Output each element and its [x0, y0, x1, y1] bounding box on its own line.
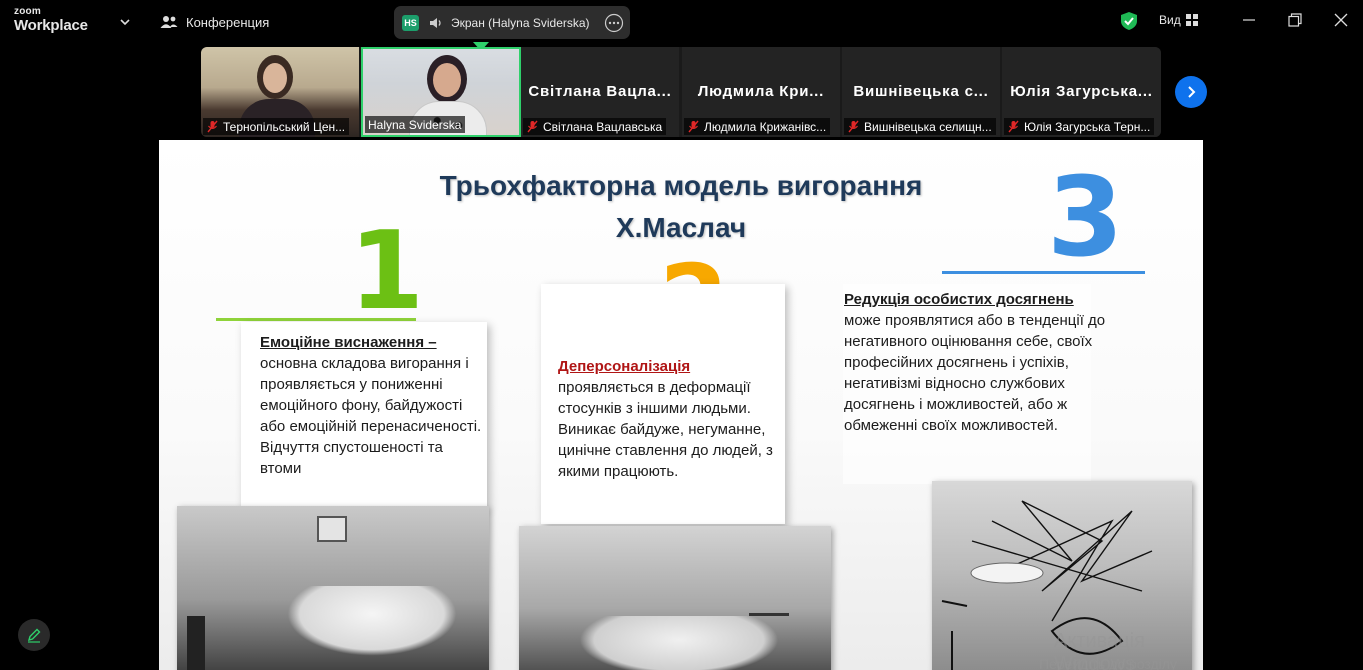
block2-heading: Деперсоналізація — [558, 358, 691, 375]
top-bar: zoom Workplace Конференция HS Экран (Hal… — [0, 0, 1363, 51]
pencil-icon — [27, 628, 41, 643]
grid-view-icon — [1185, 14, 1198, 26]
participant-name-bar: Людмила Крижанівс... — [684, 118, 831, 135]
participant-name-bar: Вишнівецька селищн... — [844, 118, 996, 135]
participant-name: Юлія Загурська Терн... — [1024, 119, 1151, 134]
participant-name: Тернопільський Цен... — [223, 119, 346, 134]
block1-heading: Емоційне виснаження – — [260, 334, 437, 351]
participant-name: Людмила Крижанівс... — [704, 119, 827, 134]
participant-name-bar: Halyna Sviderska — [365, 116, 466, 133]
chevron-right-icon — [1188, 86, 1196, 98]
photo-middle-room — [519, 526, 831, 670]
meeting-label: Конференция — [186, 14, 270, 30]
mic-muted-icon — [1008, 120, 1019, 133]
chevron-down-icon[interactable] — [119, 16, 131, 28]
block3-heading: Редукція особистих досягнень — [844, 291, 1074, 308]
participant-tile-1[interactable]: Тернопільський Цен... — [201, 47, 359, 137]
close-icon[interactable] — [1333, 12, 1349, 28]
brand-workplace: Workplace — [14, 17, 88, 34]
block1-text: Емоційне виснаження – основна складова в… — [260, 332, 485, 479]
more-options-icon[interactable] — [604, 13, 624, 33]
screen-share-indicator[interactable]: HS Экран (Halyna Sviderska) — [394, 6, 630, 39]
participant-display-name: Юлія Загурська... — [1010, 83, 1153, 100]
screen-share-label: Экран (Halyna Sviderska) — [451, 15, 590, 30]
participant-tile-4[interactable]: Людмила Кри... Людмила Крижанівс... — [682, 47, 840, 137]
restore-icon[interactable] — [1287, 12, 1303, 28]
sharer-avatar: HS — [402, 14, 419, 31]
numeral-three: 3 — [1047, 153, 1124, 281]
windows-activation-hint: Перейдіть до розділу "Настройки", щоб — [1039, 656, 1177, 670]
numeral-one: 1 — [349, 209, 425, 334]
shared-screen-slide: Трьохфакторна модель вигорання Х.Маслач … — [159, 140, 1203, 670]
next-page-button[interactable] — [1175, 76, 1207, 108]
block3-text: Редукція особистих досягнень може проявл… — [844, 289, 1106, 436]
mic-muted-icon — [207, 120, 218, 133]
brand-zoom: zoom — [14, 6, 41, 17]
annotate-button[interactable] — [18, 619, 50, 651]
mic-muted-icon — [848, 120, 859, 133]
view-label: Вид — [1159, 13, 1181, 27]
participant-tile-6[interactable]: Юлія Загурська... Юлія Загурська Терн... — [1002, 47, 1161, 137]
block3-body: може проявлятися або в тенденції до нега… — [844, 312, 1106, 434]
participant-tile-2-active-speaker[interactable]: Halyna Sviderska — [361, 47, 521, 137]
participant-display-name: Людмила Кри... — [697, 83, 825, 100]
speaker-icon[interactable] — [429, 16, 443, 30]
block1-body: основна складова вигорання і проявляєтьс… — [260, 355, 482, 477]
block2-body: проявляється в деформації стосунків з ін… — [558, 379, 773, 480]
participant-name-bar: Світлана Вацлавська — [523, 118, 667, 135]
participant-name: Вишнівецька селищн... — [864, 119, 992, 134]
participant-name-bar: Тернопільський Цен... — [203, 118, 350, 135]
participant-display-name: Світлана Вацла... — [528, 83, 672, 100]
minimize-icon[interactable] — [1241, 12, 1257, 28]
zoom-workplace-logo[interactable]: zoom Workplace — [14, 6, 88, 34]
participant-display-name: Вишнівецька с... — [853, 83, 989, 100]
photo-left-room — [177, 506, 489, 670]
mic-muted-icon — [688, 120, 699, 133]
security-shield-icon[interactable] — [1120, 11, 1138, 31]
participant-tile-5[interactable]: Вишнівецька с... Вишнівецька селищн... — [842, 47, 1000, 137]
meeting-menu[interactable]: Конференция — [160, 13, 269, 31]
participants-icon — [160, 16, 178, 28]
mic-muted-icon — [527, 120, 538, 133]
block2-text: Деперсоналізація проявляється в деформац… — [558, 356, 783, 482]
blue-underline — [942, 271, 1145, 274]
participant-tile-3[interactable]: Світлана Вацла... Світлана Вацлавська — [521, 47, 679, 137]
participant-name: Halyna Sviderska — [368, 117, 462, 132]
participant-name: Світлана Вацлавська — [543, 119, 663, 134]
green-underline — [216, 318, 416, 321]
view-menu[interactable]: Вид — [1159, 13, 1198, 27]
participant-name-bar: Юлія Загурська Терн... — [1004, 118, 1155, 135]
